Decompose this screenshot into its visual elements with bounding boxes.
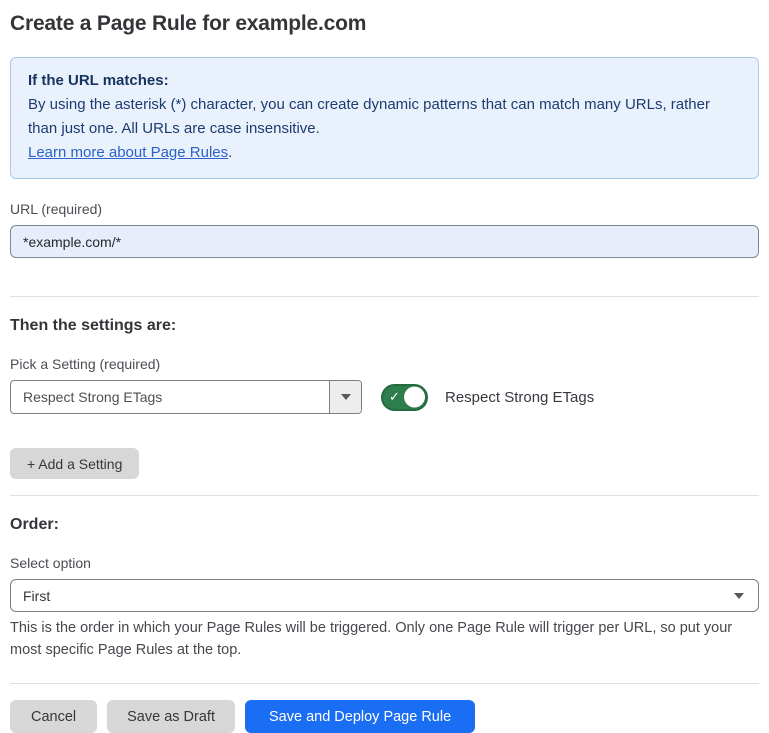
- etag-toggle[interactable]: ✓: [381, 384, 428, 411]
- add-setting-button[interactable]: + Add a Setting: [10, 448, 139, 479]
- order-help-text: This is the order in which your Page Rul…: [10, 617, 759, 661]
- section-divider: [10, 495, 759, 496]
- footer-divider: [10, 683, 759, 684]
- url-field-label: URL (required): [10, 201, 759, 217]
- learn-more-link[interactable]: Learn more about Page Rules: [28, 144, 228, 161]
- url-match-info-box: If the URL matches: By using the asteris…: [10, 57, 759, 179]
- footer-actions: Cancel Save as Draft Save and Deploy Pag…: [10, 700, 759, 733]
- order-heading: Order:: [10, 516, 759, 534]
- chevron-down-icon: [734, 593, 744, 599]
- order-select-value: First: [23, 588, 50, 604]
- page-title: Create a Page Rule for example.com: [10, 12, 759, 36]
- toggle-knob: [404, 387, 425, 408]
- etag-toggle-label: Respect Strong ETags: [445, 389, 594, 406]
- setting-select-arrow-button[interactable]: [329, 381, 361, 413]
- setting-select-value: Respect Strong ETags: [11, 381, 329, 413]
- info-box-heading: If the URL matches:: [28, 69, 741, 93]
- setting-row: Respect Strong ETags ✓ Respect Strong ET…: [10, 380, 759, 414]
- cancel-button[interactable]: Cancel: [10, 700, 97, 733]
- order-select[interactable]: First: [10, 579, 759, 612]
- settings-heading: Then the settings are:: [10, 317, 759, 335]
- check-icon: ✓: [389, 390, 400, 403]
- setting-picker-label: Pick a Setting (required): [10, 356, 759, 372]
- etag-toggle-wrap: ✓ Respect Strong ETags: [381, 384, 594, 411]
- save-and-deploy-button[interactable]: Save and Deploy Page Rule: [245, 700, 475, 733]
- save-as-draft-button[interactable]: Save as Draft: [107, 700, 235, 733]
- order-select-label: Select option: [10, 555, 759, 571]
- section-divider: [10, 296, 759, 297]
- link-suffix: .: [228, 144, 232, 161]
- url-input[interactable]: [10, 225, 759, 258]
- setting-select[interactable]: Respect Strong ETags: [10, 380, 362, 414]
- info-box-body-text: By using the asterisk (*) character, you…: [28, 96, 710, 137]
- info-box-link-line: Learn more about Page Rules.: [28, 141, 741, 165]
- chevron-down-icon: [341, 394, 351, 400]
- info-box-body: By using the asterisk (*) character, you…: [28, 93, 741, 141]
